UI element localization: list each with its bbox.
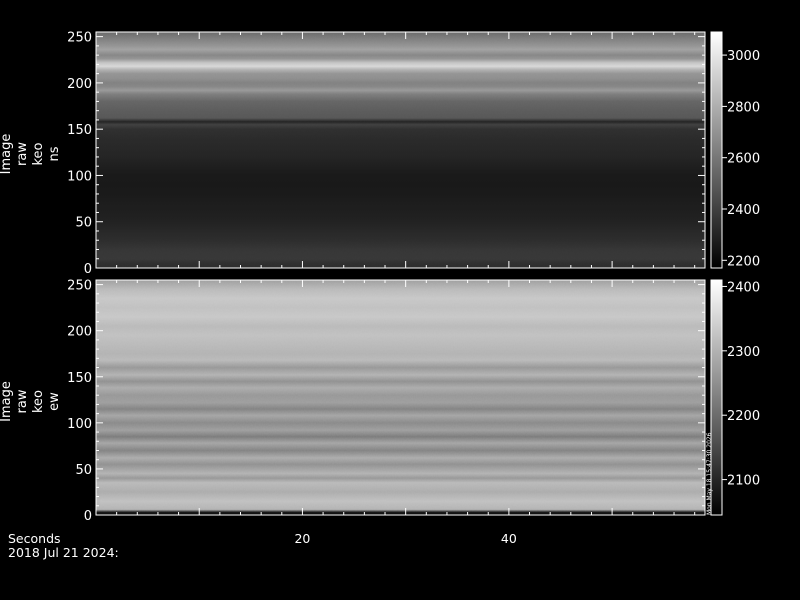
y-axis-label-line: keo	[31, 142, 46, 165]
y-tick-label: 100	[67, 169, 92, 184]
y-axis-label-line: keo	[31, 390, 46, 413]
keogram-figure: 050100150200250Image raw keo ns220024002600…	[0, 31, 760, 560]
colorbar-tick-label: 2400	[727, 203, 760, 218]
colorbar-tick-label: 3000	[727, 49, 760, 64]
colorbar-tick-label: 2200	[727, 254, 760, 269]
colorbar: 2100 2200 2300 2400	[710, 279, 760, 516]
image-noise	[96, 32, 705, 268]
y-axis-label-line: raw	[15, 142, 30, 166]
y-axis-label-line: Image	[0, 381, 14, 422]
x-tick-label: 40	[501, 531, 517, 546]
y-tick-label: 50	[75, 463, 92, 478]
colorbar-tick-label: 2300	[727, 345, 760, 360]
y-axis-label-line: ns	[47, 146, 62, 161]
y-tick-label: 150	[67, 123, 92, 138]
y-tick-label: 0	[84, 509, 92, 524]
y-tick-label: 250	[67, 279, 92, 294]
colorbar-tick-label: 2200	[727, 409, 760, 424]
y-axis-label-line: Image	[0, 134, 14, 175]
image-noise	[96, 280, 705, 515]
y-tick-label: 250	[67, 31, 92, 46]
keogram-panel-top: 0 50 100 150 200 250 Image raw keo ns 2200 2400 2600…	[0, 31, 760, 277]
y-tick-label: 200	[67, 77, 92, 92]
y-axis-label-line: raw	[15, 389, 30, 413]
plot-timestamp: Mon May 18 15:47:30 2026	[706, 432, 713, 515]
y-tick-label: 0	[84, 262, 92, 277]
colorbar-gradient	[711, 32, 722, 268]
date-label: 2018 Jul 21 2024:	[8, 545, 119, 560]
y-axis-label-line: ew	[47, 392, 62, 411]
colorbar-tick-label: 2400	[727, 280, 760, 295]
y-tick-label: 150	[67, 371, 92, 386]
y-tick-label: 100	[67, 417, 92, 432]
x-tick-label: 20	[294, 531, 310, 546]
y-tick-label: 200	[67, 325, 92, 340]
colorbar-tick-label: 2100	[727, 474, 760, 489]
y-tick-label: 50	[75, 216, 92, 231]
x-axis-label: Seconds	[8, 531, 61, 546]
keogram-panel-bottom: 0 50 100 150 200 250 20 40 Image raw keo ew 2100 2200…	[0, 279, 760, 546]
colorbar: 2200 2400 2600 2800 3000	[710, 31, 760, 269]
colorbar-tick-label: 2600	[727, 152, 760, 167]
colorbar-tick-label: 2800	[727, 100, 760, 115]
